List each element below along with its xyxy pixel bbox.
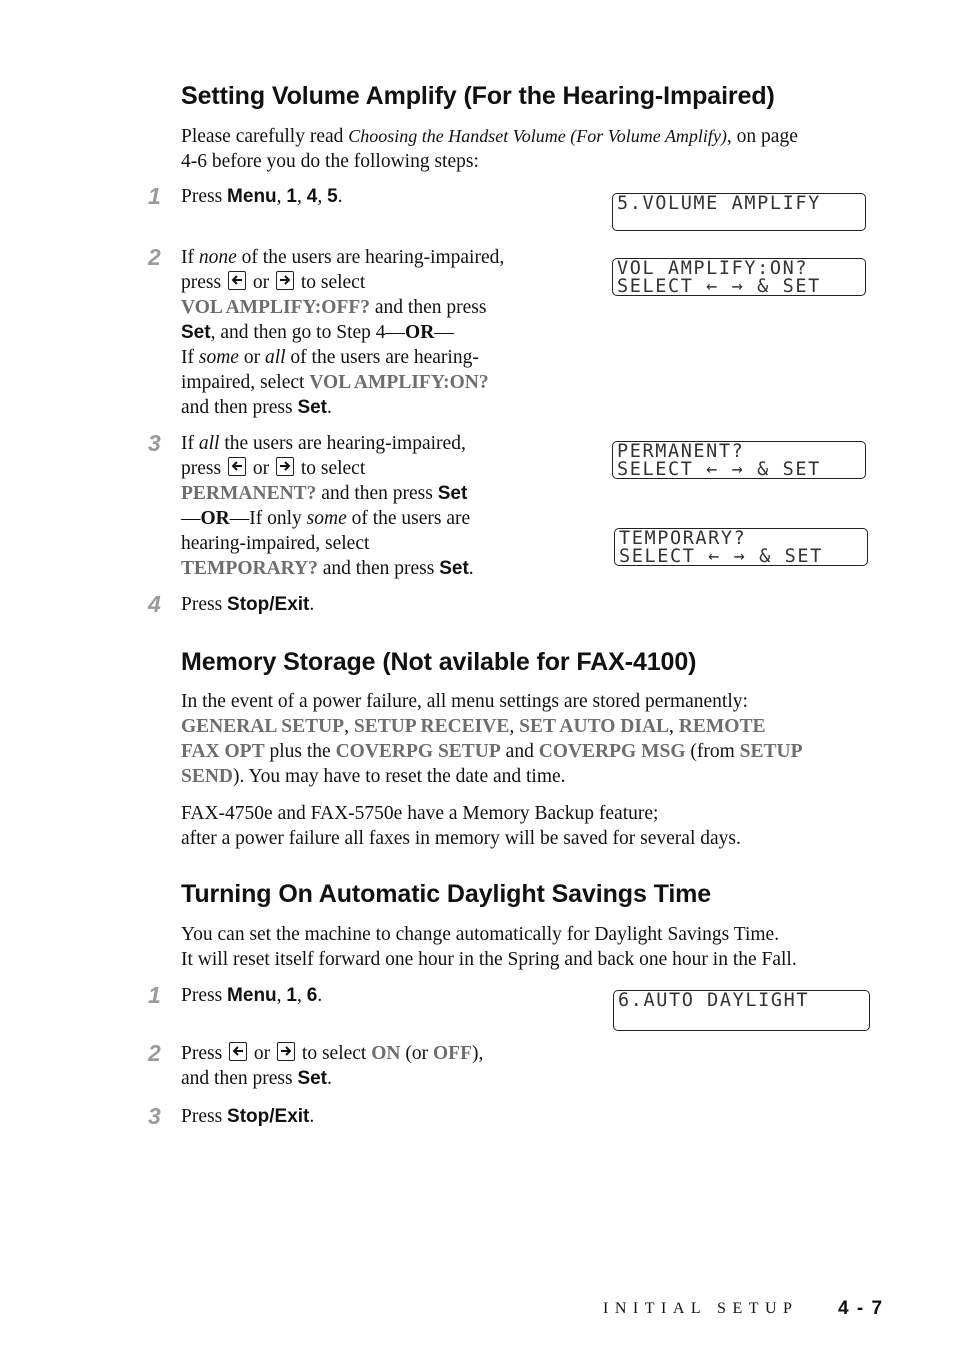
daylight-step-1: Press Menu, 1, 6.	[181, 985, 323, 1006]
step-number: 1	[148, 982, 161, 1008]
lcd-display: VOL AMPLIFY:ON? SELECT ← → & SET	[612, 258, 866, 296]
text: 4-6 before you do the following steps:	[181, 151, 479, 172]
text: Please carefully read	[181, 126, 349, 147]
key-set: Set	[297, 1068, 328, 1089]
lcd-line: 6.AUTO DAYLIGHT	[618, 990, 810, 1011]
text: , on page	[726, 126, 798, 147]
daylight-paragraph: You can set the machine to change automa…	[181, 922, 901, 972]
footer-chapter: INITIAL SETUP	[603, 1300, 799, 1317]
option-off: OFF	[432, 1043, 472, 1064]
text: FAX-4750e and FAX-5750e have a Memory Ba…	[181, 803, 659, 824]
text: It will reset itself forward one hour in…	[181, 949, 797, 970]
step-number: 2	[148, 1040, 161, 1066]
key-1: 1	[286, 985, 297, 1006]
menu-name: COVERPG SETUP	[335, 741, 501, 762]
key-6: 6	[306, 985, 318, 1006]
step-number: 1	[148, 183, 161, 209]
key-4: 4	[306, 186, 318, 207]
intro-paragraph: Please carefully read Choosing the Hands…	[181, 124, 881, 174]
lcd-display: 5.VOLUME AMPLIFY	[612, 193, 866, 231]
key-5: 5	[327, 186, 338, 207]
left-arrow-key-icon	[227, 271, 246, 290]
menu-name: FAX OPT	[181, 741, 265, 762]
lcd-line: SELECT ← → & SET	[619, 546, 823, 567]
heading-memory-storage: Memory Storage (Not avilable for FAX-410…	[181, 648, 697, 676]
step-number: 4	[148, 591, 161, 617]
lcd-display: PERMANENT? SELECT ← → & SET	[612, 441, 866, 479]
left-arrow-key-icon	[229, 1042, 248, 1061]
lcd-line: SELECT ← → & SET	[617, 276, 821, 297]
menu-name: SETUP RECEIVE	[353, 716, 510, 737]
daylight-step-2: Press or to select ON (or OFF), and then …	[181, 1042, 484, 1089]
text: Press	[181, 1106, 228, 1127]
step-2: If none of the users are hearing-impaire…	[181, 247, 505, 418]
step-number: 2	[148, 244, 161, 270]
lcd-display: TEMPORARY? SELECT ← → & SET	[614, 528, 868, 566]
lcd-line: 5.VOLUME AMPLIFY	[617, 193, 821, 214]
lcd-line: SELECT ← → & SET	[617, 459, 821, 480]
step-number: 3	[148, 1103, 161, 1129]
memory-paragraph: In the event of a power failure, all men…	[181, 691, 803, 787]
step-number: 3	[148, 430, 161, 456]
key-menu: Menu	[227, 985, 277, 1006]
daylight-step-3: Press Stop/Exit.	[181, 1106, 315, 1127]
lcd-line	[617, 213, 865, 231]
text: plus the	[264, 741, 336, 762]
option-on: ON	[371, 1043, 401, 1064]
left-arrow-key-icon	[227, 457, 246, 476]
right-arrow-key-icon	[275, 457, 294, 476]
key-menu: Menu	[227, 186, 277, 207]
key-stop-exit: Stop/Exit	[227, 594, 310, 615]
right-arrow-key-icon	[277, 1042, 296, 1061]
key-stop-exit: Stop/Exit	[227, 1106, 310, 1127]
page-number: 4 - 7	[838, 1298, 884, 1319]
menu-name: SETUP	[739, 741, 803, 762]
menu-name: COVERPG MSG	[538, 741, 686, 762]
text: and	[500, 741, 539, 762]
text: Press	[181, 594, 228, 615]
heading-volume-amplify: Setting Volume Amplify (For the Hearing-…	[181, 82, 775, 110]
menu-name: GENERAL SETUP	[181, 716, 345, 737]
text: ). You may have to reset the date and ti…	[233, 766, 566, 787]
right-arrow-key-icon	[275, 271, 294, 290]
text: after a power failure all faxes in memor…	[181, 828, 741, 849]
text: (from	[685, 741, 740, 762]
text: Press	[181, 186, 228, 207]
heading-daylight-savings: Turning On Automatic Daylight Savings Ti…	[181, 880, 712, 908]
lcd-display: 6.AUTO DAYLIGHT	[613, 990, 870, 1031]
menu-name: SET AUTO DIAL	[519, 716, 670, 737]
text: You can set the machine to change automa…	[181, 924, 780, 945]
step-3: If all the users are hearing-impaired, pr…	[181, 433, 474, 579]
text: Press	[181, 985, 228, 1006]
cross-reference: Choosing the Handset Volume (For Volume …	[348, 126, 727, 146]
menu-name: SEND	[181, 766, 234, 787]
backup-paragraph: FAX-4750e and FAX-5750e have a Memory Ba…	[181, 801, 901, 851]
lcd-line	[618, 1010, 869, 1028]
key-1: 1	[286, 186, 297, 207]
menu-name: REMOTE	[678, 716, 766, 737]
step-4: Press Stop/Exit.	[181, 594, 315, 615]
text: In the event of a power failure, all men…	[181, 691, 748, 712]
step-1: Press Menu, 1, 4, 5.	[181, 186, 343, 207]
